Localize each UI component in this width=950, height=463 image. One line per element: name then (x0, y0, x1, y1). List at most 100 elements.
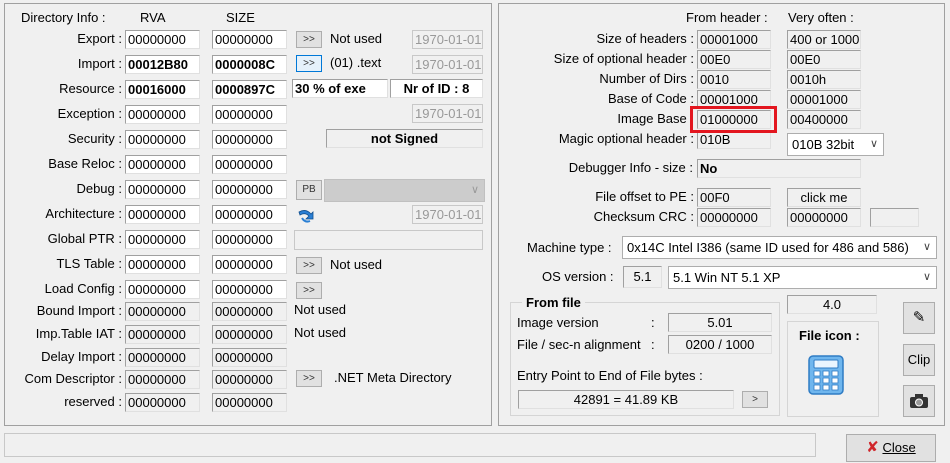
export-date: 1970-01-01 (412, 30, 483, 49)
dir-size-field: 00000000 (212, 155, 287, 174)
click-me-button[interactable]: click me (787, 188, 861, 207)
calculator-icon (806, 354, 846, 396)
dir-rva-field: 00016000 (125, 80, 200, 99)
dir-label: Imp.Table IAT : (35, 326, 122, 341)
dir-rva-field: 00000000 (125, 130, 200, 149)
tls-arrow-button[interactable]: >> (296, 257, 322, 274)
os-version-value: 5.1 (623, 266, 662, 288)
tls-status: Not used (330, 257, 383, 272)
camera-button[interactable] (903, 385, 935, 417)
chevron-down-icon: ∨ (922, 241, 931, 253)
dir-label: Load Config : (44, 281, 122, 296)
dir-size-field: 00000000 (212, 205, 287, 224)
checksum-label: Checksum CRC : (593, 209, 694, 224)
import-arrow-button[interactable]: >> (296, 55, 322, 72)
alignment-colon: : (651, 337, 655, 352)
file-icon-label: File icon : (799, 328, 860, 343)
dir-label: Export : (77, 31, 122, 46)
machine-type-select[interactable]: 0x14C Intel I386 (same ID used for 486 a… (622, 236, 937, 259)
close-button-label: Close (882, 440, 916, 455)
entry-point-value: 42891 = 41.89 KB (518, 390, 734, 409)
header-label: Image Base : (617, 111, 694, 126)
import-date: 1970-01-01 (412, 55, 483, 74)
dir-rva-field: 00000000 (125, 370, 200, 389)
dir-label: Import : (77, 56, 122, 71)
entry-point-label: Entry Point to End of File bytes : (517, 368, 703, 383)
checksum-extra-field (870, 208, 919, 227)
bound-import-status: Not used (294, 302, 347, 317)
edit-icon-button[interactable]: ✎ (903, 302, 935, 334)
dir-size-field: 0000008C (212, 55, 287, 74)
chevron-down-icon: ∨ (922, 271, 931, 283)
close-button[interactable]: ✘ Close (846, 434, 936, 462)
import-section: (01) .text (330, 55, 382, 70)
rva-header: RVA (140, 10, 166, 25)
dir-size-field: 00000000 (212, 230, 287, 249)
image-version-colon: : (651, 315, 655, 330)
dir-size-field: 00000000 (212, 325, 287, 344)
dir-rva-field: 00000000 (125, 155, 200, 174)
often-value: 400 or 1000 (787, 30, 861, 49)
dir-size-field: 00000000 (212, 280, 287, 299)
header-label: Number of Dirs : (599, 71, 694, 86)
dir-rva-field: 00000000 (125, 302, 200, 321)
from-file-title: From file (522, 294, 585, 312)
debugger-info-label: Debugger Info - size : (568, 160, 693, 175)
image-version-label: Image version (517, 315, 599, 330)
os-version-select[interactable]: 5.1 Win NT 5.1 XP ∨ (668, 266, 937, 289)
load-config-arrow-button[interactable]: >> (296, 282, 322, 299)
debug-pb-button[interactable]: PB (296, 180, 322, 200)
net-meta-directory-label: .NET Meta Directory (334, 370, 452, 385)
dir-size-field: 00000000 (212, 30, 287, 49)
dir-rva-field: 00012B80 (125, 55, 200, 74)
header-label: Magic optional header : (558, 131, 694, 146)
dir-rva-field: 00000000 (125, 325, 200, 344)
file-offset-label: File offset to PE : (595, 189, 694, 204)
com-descriptor-arrow-button[interactable]: >> (296, 370, 322, 387)
often-value: 00E0 (787, 50, 861, 69)
global-ptr-extra-field (294, 230, 483, 250)
dir-label: TLS Table : (56, 256, 122, 271)
magic-often-value: 010B 32bit (792, 137, 855, 152)
architecture-date: 1970-01-01 (412, 205, 483, 224)
dir-size-field: 00000000 (212, 348, 287, 367)
very-often-title: Very often : (788, 10, 854, 25)
image-version-value: 5.01 (668, 313, 772, 332)
dir-rva-field: 00000000 (125, 180, 200, 199)
resource-nr-of-id: Nr of ID : 8 (390, 79, 483, 98)
dir-size-field: 00000000 (212, 105, 287, 124)
dir-rva-field: 00000000 (125, 280, 200, 299)
chevron-down-icon: ∨ (470, 184, 479, 196)
dir-rva-field: 00000000 (125, 393, 200, 412)
status-bar (4, 433, 816, 457)
dir-rva-field: 00000000 (125, 30, 200, 49)
dir-rva-field: 00000000 (125, 348, 200, 367)
dir-label: Resource : (59, 81, 122, 96)
dir-label: Global PTR : (47, 231, 122, 246)
dir-label: Exception : (57, 106, 122, 121)
chevron-down-icon: ∨ (869, 138, 878, 150)
dir-size-field: 00000000 (212, 255, 287, 274)
debug-combo[interactable]: ∨ (324, 179, 485, 202)
clip-button[interactable]: Clip (903, 344, 935, 376)
often-value: 00400000 (787, 110, 861, 129)
dir-label: Architecture : (45, 206, 122, 221)
dir-label: reserved : (64, 394, 122, 409)
header-value: 00001000 (697, 30, 771, 49)
entry-point-button[interactable]: > (742, 391, 768, 408)
export-arrow-button[interactable]: >> (296, 31, 322, 48)
dir-rva-field: 00000000 (125, 255, 200, 274)
refresh-arrow-icon[interactable] (296, 206, 316, 226)
dir-rva-field: 00000000 (125, 230, 200, 249)
dir-label: Bound Import : (36, 303, 122, 318)
checksum-often: 00000000 (787, 208, 861, 227)
header-label: Base of Code : (608, 91, 694, 106)
dir-rva-field: 00000000 (125, 205, 200, 224)
magic-often-select[interactable]: 010B 32bit ∨ (787, 133, 884, 156)
dir-label: Debug : (76, 181, 122, 196)
checksum-value: 00000000 (697, 208, 771, 227)
dir-size-field: 00000000 (212, 130, 287, 149)
dir-size-field: 00000000 (212, 370, 287, 389)
from-header-title: From header : (686, 10, 768, 25)
dir-label: Security : (67, 131, 122, 146)
